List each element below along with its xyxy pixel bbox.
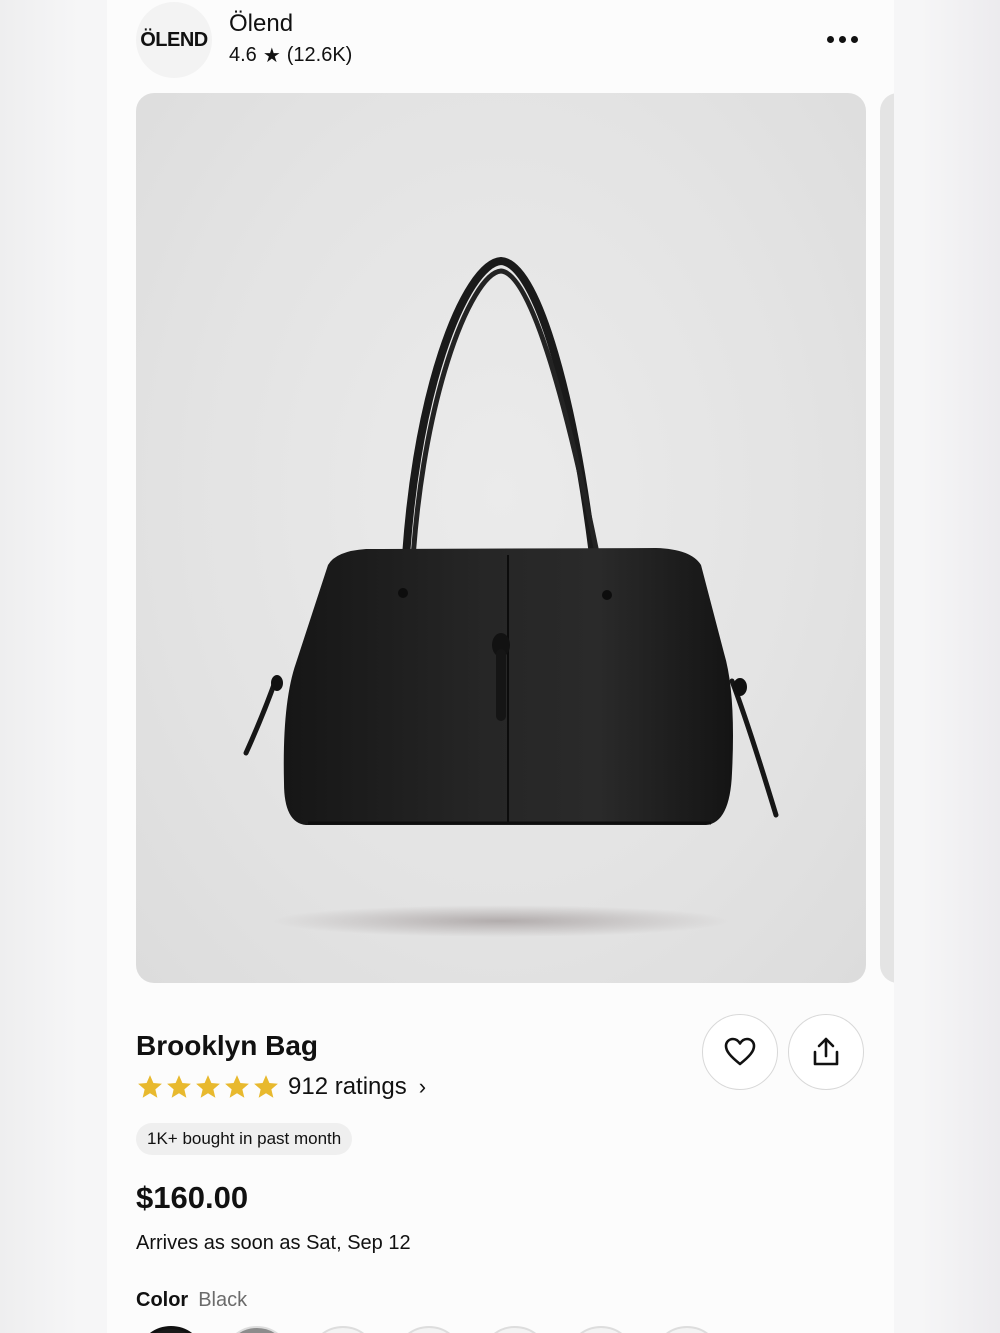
color-value: Black: [198, 1289, 248, 1311]
star-icon: [196, 1075, 220, 1098]
color-swatch[interactable]: [308, 1326, 378, 1333]
ratings-count[interactable]: 912 ratings: [288, 1073, 407, 1101]
share-icon: [813, 1037, 839, 1066]
heart-icon: [724, 1037, 756, 1066]
bag-illustration: [243, 256, 779, 937]
product-price: $160.00: [136, 1180, 249, 1215]
color-swatch[interactable]: [394, 1326, 464, 1333]
store-rating: 4.6 ★ (12.6K): [229, 43, 352, 68]
color-swatch[interactable]: [566, 1326, 636, 1333]
favorite-button[interactable]: [702, 1014, 778, 1090]
color-swatches: [136, 1326, 722, 1333]
product-panel: ÖLEND Ölend 4.6 ★ (12.6K) Brooklyn Bag 9…: [107, 0, 894, 1333]
color-swatch[interactable]: [652, 1326, 722, 1333]
store-logo[interactable]: ÖLEND: [136, 2, 212, 78]
store-name[interactable]: Ölend: [229, 10, 293, 38]
purchase-badge: 1K+ bought in past month: [136, 1123, 353, 1155]
store-logo-text: ÖLEND: [140, 28, 208, 51]
color-swatch[interactable]: [222, 1326, 292, 1333]
color-swatch[interactable]: [136, 1326, 206, 1333]
star-icon: [225, 1075, 249, 1098]
star-icon: ★: [262, 45, 281, 67]
more-horizontal-icon-dot: [850, 35, 858, 43]
more-options-button[interactable]: [820, 26, 864, 52]
more-horizontal-icon-dot: [826, 35, 834, 43]
product-image[interactable]: [136, 93, 866, 983]
star-icon: [167, 1075, 191, 1098]
more-horizontal-icon-dot: [838, 35, 846, 43]
color-selector-label: Color Black: [136, 1289, 247, 1312]
color-swatch[interactable]: [480, 1326, 550, 1333]
share-button[interactable]: [788, 1014, 864, 1090]
product-rating-row[interactable]: 912 ratings ›: [136, 1073, 426, 1101]
store-rating-count: (12.6K): [286, 44, 353, 66]
product-title: Brooklyn Bag: [136, 1030, 319, 1061]
store-rating-value: 4.6: [229, 44, 257, 66]
next-image-preview[interactable]: [880, 93, 894, 983]
color-label: Color: [136, 1289, 189, 1311]
star-rating: [136, 1073, 280, 1101]
star-icon: [254, 1075, 278, 1098]
delivery-estimate: Arrives as soon as Sat, Sep 12: [136, 1232, 411, 1254]
chevron-right-icon[interactable]: ›: [419, 1074, 426, 1100]
star-icon: [138, 1075, 162, 1098]
